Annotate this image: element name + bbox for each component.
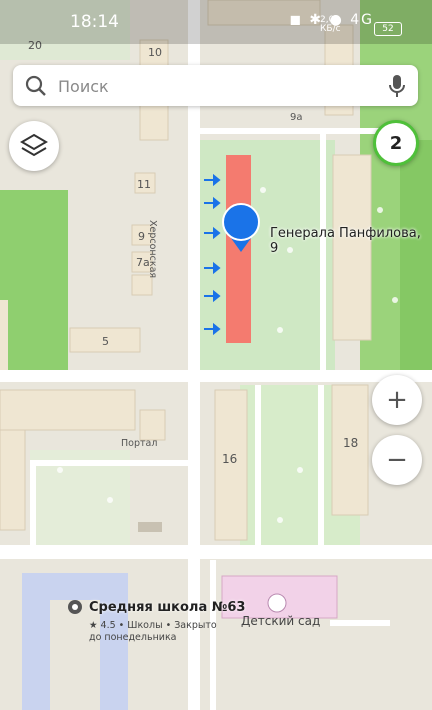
poi-info: ★ 4.5 • Школы • Закрыто [89, 620, 217, 631]
search-icon [25, 75, 46, 96]
notifications-badge[interactable]: 2 [373, 120, 419, 166]
portal-label: Портал [121, 438, 158, 449]
battery-icon: 52 [374, 22, 402, 36]
kindergarten-icon [267, 593, 287, 613]
bldg-18: 18 [343, 436, 358, 450]
microphone-icon[interactable] [388, 74, 406, 98]
street-label: Херсонская [147, 220, 158, 279]
pin-address-label: Генерала Панфилова, 9 [270, 226, 421, 256]
bldg-9: 9 [138, 230, 145, 243]
layers-button[interactable] [9, 121, 59, 171]
selected-building [226, 155, 251, 343]
poi-title[interactable]: Средняя школа №63 [89, 600, 245, 615]
bldg-16: 16 [222, 452, 237, 466]
bldg-10: 10 [148, 46, 162, 59]
status-icons: ◼ ✱ ● 4G [289, 12, 374, 28]
bldg-9a: 9а [290, 112, 303, 123]
bldg-5: 5 [102, 335, 109, 348]
search-input[interactable] [56, 71, 370, 101]
search-bar[interactable] [13, 65, 418, 106]
zoom-in-button[interactable]: + [372, 375, 422, 425]
zoom-out-button[interactable]: − [372, 435, 422, 485]
bldg-11: 11 [137, 178, 151, 191]
kindergarten-label[interactable]: Детский сад [241, 614, 320, 628]
status-bar: 18:14 2,00 КБ/с ◼ ✱ ● 4G 52 [0, 0, 432, 44]
status-time: 18:14 [70, 12, 119, 32]
poi-info-hours: до понедельника [89, 632, 177, 643]
layers-icon [20, 133, 48, 157]
